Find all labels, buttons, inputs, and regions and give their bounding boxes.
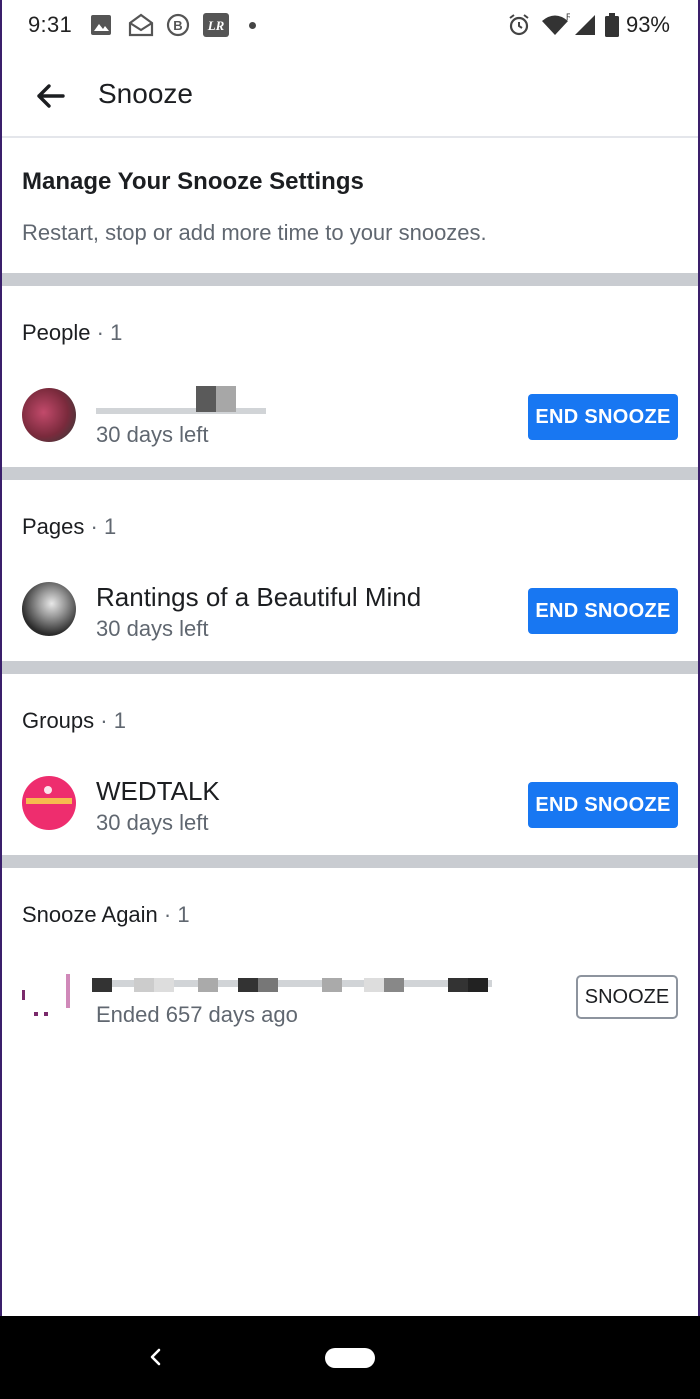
- time-left-label: 30 days left: [96, 810, 209, 835]
- redacted-pixel-block: [384, 978, 404, 992]
- b-badge-icon: B: [166, 13, 190, 37]
- people-section: People · 1 30 days left END SNOOZE: [2, 286, 698, 467]
- person-avatar[interactable]: [22, 388, 76, 442]
- page-name[interactable]: Rantings of a Beautiful Mind: [96, 582, 421, 613]
- ended-label: Ended 657 days ago: [96, 1002, 298, 1027]
- battery-percent: 93%: [625, 12, 670, 37]
- page-title: Snooze: [98, 78, 193, 109]
- section-label-people: People · 1: [22, 320, 123, 345]
- signal-icon: [574, 13, 596, 37]
- snooze-button[interactable]: SNOOZE: [576, 975, 678, 1019]
- section-divider: [2, 467, 698, 480]
- redacted-pixel-block: [258, 978, 278, 992]
- section-label-snooze-again: Snooze Again · 1: [22, 902, 190, 927]
- nav-home-pill[interactable]: [325, 1348, 375, 1368]
- end-snooze-button[interactable]: END SNOOZE: [528, 782, 678, 828]
- redacted-pixel-block: [198, 978, 218, 992]
- snooze-again-section: Snooze Again · 1 Ended 657 days ago SNOO…: [2, 868, 698, 1068]
- redacted-pixel-block: [216, 386, 236, 412]
- alarm-icon: [507, 13, 531, 37]
- settings-heading: Manage Your Snooze Settings: [22, 168, 364, 195]
- nav-back-icon: [150, 1348, 161, 1366]
- status-time: 9:31: [28, 12, 73, 37]
- arrow-left-icon: [37, 84, 65, 108]
- lr-app-icon: LR: [203, 13, 229, 37]
- end-snooze-button[interactable]: END SNOOZE: [528, 394, 678, 440]
- end-snooze-button[interactable]: END SNOOZE: [528, 588, 678, 634]
- snooze-settings-header: Manage Your Snooze Settings Restart, sto…: [2, 138, 698, 272]
- redacted-pixel-block: [448, 978, 468, 992]
- section-label-pages: Pages · 1: [22, 514, 117, 539]
- redacted-text-line: [96, 408, 266, 414]
- redacted-pixel-block: [134, 978, 154, 992]
- section-divider: [2, 273, 698, 286]
- page-avatar[interactable]: [22, 582, 76, 636]
- svg-text:B: B: [173, 18, 182, 33]
- section-divider: [2, 661, 698, 674]
- group-avatar[interactable]: [22, 776, 76, 830]
- system-nav-bar: [0, 1316, 700, 1399]
- nav-back-button[interactable]: [140, 1342, 170, 1372]
- time-left-label: 30 days left: [96, 616, 209, 641]
- snooze-again-avatar[interactable]: [22, 972, 76, 1026]
- redacted-pixel-block: [238, 978, 258, 992]
- status-bar: 9:31 B LR R 93%: [2, 0, 698, 54]
- wifi-icon: R: [540, 13, 570, 37]
- mail-open-icon: [128, 13, 154, 37]
- back-button[interactable]: [30, 76, 70, 116]
- redacted-pixel-block: [322, 978, 342, 992]
- image-icon: [90, 13, 112, 37]
- pages-section: Pages · 1 Rantings of a Beautiful Mind 3…: [2, 480, 698, 661]
- time-left-label: 30 days left: [96, 422, 209, 447]
- redacted-pixel-block: [154, 978, 174, 992]
- svg-text:R: R: [566, 13, 570, 22]
- section-divider: [2, 855, 698, 868]
- notification-dot: [249, 22, 256, 29]
- groups-section: Groups · 1 WEDTALK 30 days left END SNOO…: [2, 674, 698, 855]
- redacted-pixel-block: [196, 386, 216, 412]
- settings-subtitle: Restart, stop or add more time to your s…: [22, 220, 487, 245]
- app-bar: Snooze: [2, 54, 698, 138]
- svg-text:LR: LR: [207, 18, 225, 33]
- section-label-groups: Groups · 1: [22, 708, 126, 733]
- redacted-pixel-block: [364, 978, 384, 992]
- group-name[interactable]: WEDTALK: [96, 776, 220, 807]
- battery-icon: [605, 13, 619, 37]
- redacted-pixel-block: [92, 978, 112, 992]
- redacted-pixel-block: [468, 978, 488, 992]
